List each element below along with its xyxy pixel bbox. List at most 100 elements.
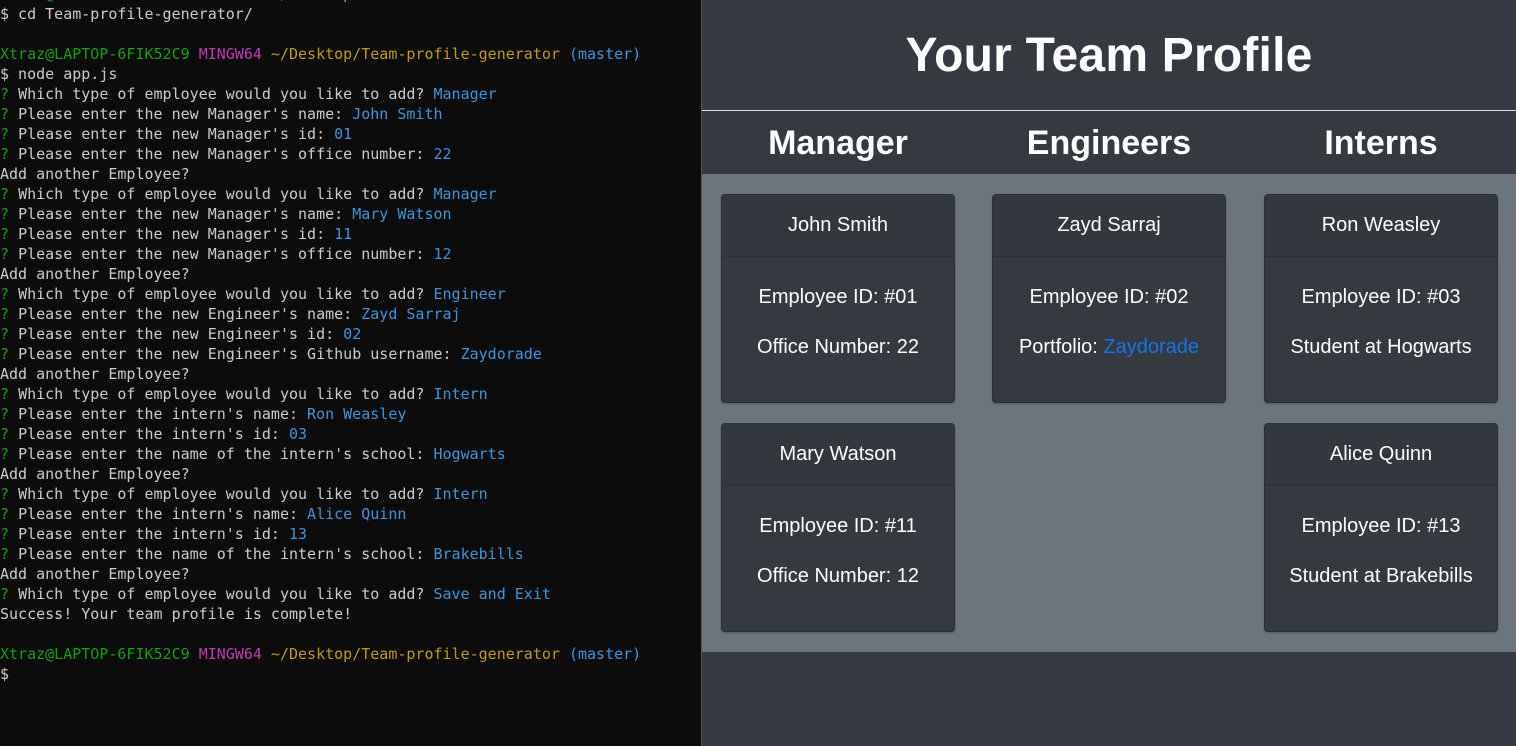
office-number: Office Number: 22	[757, 336, 919, 358]
card-body: Employee ID: #03 Student at Hogwarts	[1265, 257, 1497, 385]
terminal-text: ?	[0, 205, 19, 223]
terminal-line: ? Which type of employee would you like …	[0, 284, 701, 304]
terminal-text: MINGW64	[198, 45, 271, 63]
card-name: Ron Weasley	[1265, 195, 1497, 257]
office-number: Office Number: 12	[757, 565, 919, 587]
portfolio-line: Portfolio: Zaydorade	[993, 335, 1225, 385]
card-body: Employee ID: #01 Office Number: 22	[722, 257, 954, 385]
terminal-text: ?	[0, 145, 19, 163]
terminal-line: ? Please enter the new Manager's office …	[0, 244, 701, 264]
terminal-text: Which type of employee would you like to…	[18, 285, 434, 303]
card-body: Employee ID: #02 Portfolio: Zaydorade	[993, 257, 1225, 385]
github-profile-link[interactable]: Zaydorade	[1103, 336, 1199, 358]
terminal-text: Intern	[433, 385, 488, 403]
terminal-text: Xtraz@LAPTOP-6FIK52C9	[0, 45, 199, 63]
terminal-text: Zayd Sarraj	[361, 305, 461, 323]
terminal-text: Hogwarts	[433, 445, 506, 463]
terminal-text: Please enter the new Engineer's id:	[18, 325, 344, 343]
terminal-line: Add another Employee?	[0, 164, 701, 184]
terminal-text: Add another Employee?	[0, 165, 190, 183]
terminal-text: ?	[0, 525, 19, 543]
terminal-text: ?	[0, 185, 19, 203]
terminal-text: 13	[289, 525, 308, 543]
cards-area: John Smith Employee ID: #01 Office Numbe…	[702, 174, 1516, 652]
terminal-line: $ node app.js	[0, 64, 701, 84]
terminal-text: ~/Desktop	[271, 0, 352, 3]
school: Student at Hogwarts	[1290, 336, 1472, 358]
terminal-output: Xtraz@LAPTOP-6FIK52C9 MINGW64 ~/Desktop $…	[0, 0, 701, 684]
terminal-window[interactable]: Xtraz@LAPTOP-6FIK52C9 MINGW64 ~/Desktop $…	[0, 0, 701, 746]
terminal-text: Please enter the new Manager's office nu…	[18, 245, 434, 263]
terminal-text: Please enter the new Engineer's Github u…	[18, 345, 461, 363]
terminal-line: ? Which type of employee would you like …	[0, 184, 701, 204]
terminal-text: Intern	[433, 485, 488, 503]
terminal-line: $ cd Team-profile-generator/	[0, 4, 701, 24]
terminal-text: ?	[0, 325, 19, 343]
terminal-text: Add another Employee?	[0, 265, 190, 283]
terminal-text: Which type of employee would you like to…	[18, 85, 434, 103]
terminal-text: Please enter the new Manager's name:	[18, 105, 353, 123]
terminal-text: Which type of employee would you like to…	[18, 385, 434, 403]
terminal-line: ? Which type of employee would you like …	[0, 584, 701, 604]
portfolio-label: Portfolio:	[1018, 336, 1104, 358]
card-body: Employee ID: #11 Office Number: 12	[722, 486, 954, 614]
employee-id: Employee ID: #11	[759, 515, 917, 537]
terminal-text: Please enter the new Manager's office nu…	[18, 145, 434, 163]
terminal-text: ~/Desktop/Team-profile-generator	[270, 645, 569, 663]
card-name: John Smith	[722, 195, 954, 257]
terminal-line: ? Please enter the new Manager's name: J…	[0, 104, 701, 124]
terminal-text: (master)	[568, 45, 642, 63]
manager-column-heading: Manager	[768, 123, 908, 162]
terminal-line: ? Please enter the new Manager's name: M…	[0, 204, 701, 224]
page-title: Your Team Profile	[905, 28, 1313, 82]
terminal-text: Xtraz@LAPTOP-6FIK52C9	[0, 0, 199, 3]
terminal-text: 12	[433, 245, 452, 263]
terminal-text: Alice Quinn	[307, 505, 407, 523]
terminal-text: Please enter the new Manager's id:	[18, 125, 335, 143]
terminal-text: Please enter the new Engineer's name:	[18, 305, 362, 323]
terminal-text: Engineer	[433, 285, 506, 303]
terminal-text: Success! Your team profile is complete!	[0, 605, 353, 623]
terminal-text: ?	[0, 245, 19, 263]
terminal-text: Mary Watson	[352, 205, 452, 223]
terminal-text: ?	[0, 345, 19, 363]
terminal-text: Manager	[433, 85, 497, 103]
terminal-line: ? Please enter the new Engineer's name: …	[0, 304, 701, 324]
terminal-text: Brakebills	[433, 545, 524, 563]
terminal-text: Please enter the new Manager's id:	[18, 225, 335, 243]
terminal-text: ?	[0, 385, 19, 403]
card-body: Employee ID: #13 Student at Brakebills	[1265, 486, 1497, 614]
terminal-text: 11	[334, 225, 353, 243]
terminal-text: $	[0, 665, 10, 683]
terminal-text: 03	[289, 425, 308, 443]
terminal-text: Please enter the intern's id:	[18, 425, 289, 443]
terminal-text: ?	[0, 505, 19, 523]
terminal-text: ?	[0, 85, 19, 103]
terminal-text: ~/Desktop/Team-profile-generator	[270, 45, 569, 63]
card-name: Alice Quinn	[1265, 424, 1497, 486]
terminal-line: ? Please enter the name of the intern's …	[0, 444, 701, 464]
terminal-line: Add another Employee?	[0, 564, 701, 584]
terminal-line: ? Please enter the new Manager's id: 01	[0, 124, 701, 144]
terminal-text: Please enter the name of the intern's sc…	[18, 545, 434, 563]
terminal-line: Add another Employee?	[0, 364, 701, 384]
terminal-text: ?	[0, 445, 19, 463]
manager-card: Mary Watson Employee ID: #11 Office Numb…	[721, 423, 955, 632]
card-name: Zayd Sarraj	[993, 195, 1225, 257]
terminal-text: Which type of employee would you like to…	[18, 185, 434, 203]
terminal-text: ?	[0, 545, 19, 563]
terminal-text: Ron Weasley	[307, 405, 407, 423]
terminal-text: (master)	[568, 645, 642, 663]
employee-id: Employee ID: #02	[1029, 286, 1189, 308]
school: Student at Brakebills	[1289, 565, 1473, 587]
terminal-line: $	[0, 664, 701, 684]
engineer-card: Zayd Sarraj Employee ID: #02 Portfolio: …	[992, 194, 1226, 403]
terminal-text: ?	[0, 225, 19, 243]
intern-card: Alice Quinn Employee ID: #13 Student at …	[1264, 423, 1498, 632]
terminal-text: Add another Employee?	[0, 365, 190, 383]
terminal-line: ? Please enter the intern's id: 03	[0, 424, 701, 444]
terminal-line: ? Please enter the new Manager's id: 11	[0, 224, 701, 244]
terminal-text: ?	[0, 105, 19, 123]
